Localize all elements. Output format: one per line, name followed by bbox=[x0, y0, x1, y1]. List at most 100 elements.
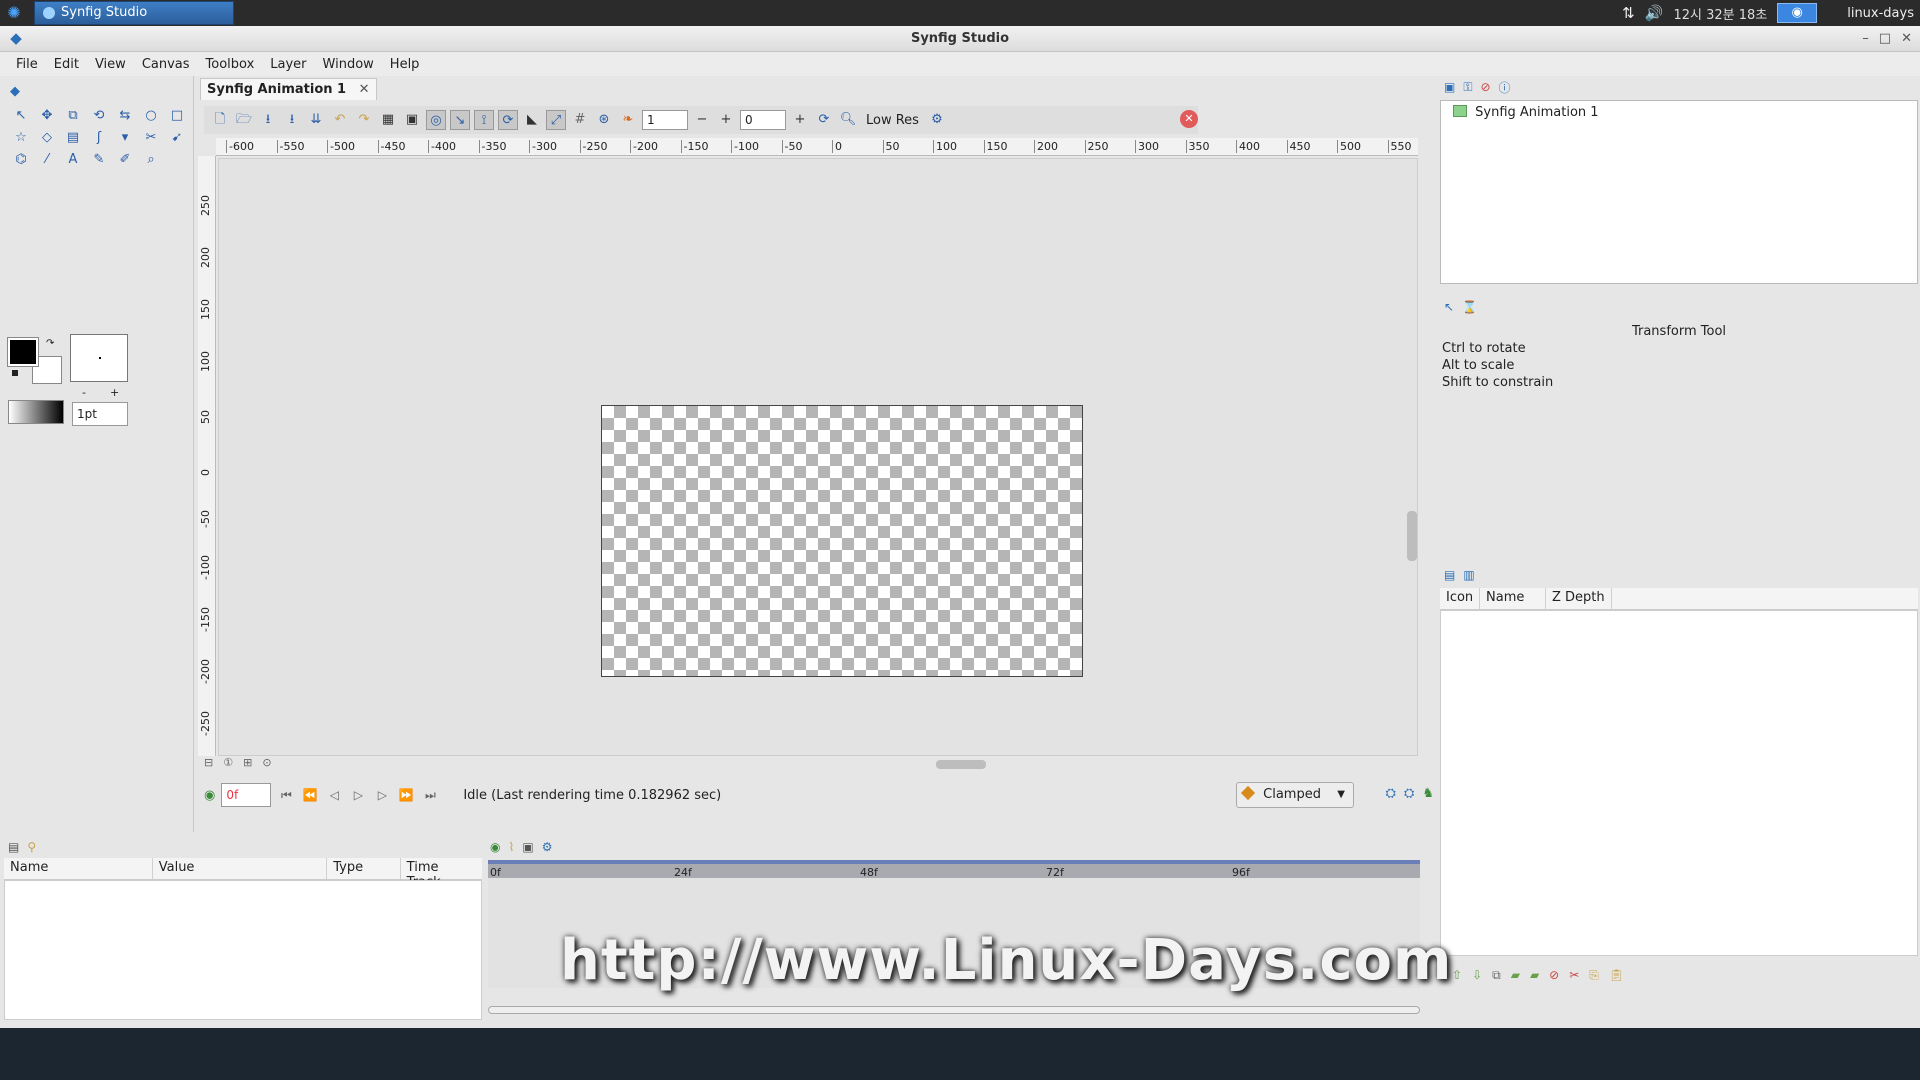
library-panel-tab-icon[interactable]: ⚲ bbox=[27, 840, 36, 854]
spline-tool-icon[interactable]: ʃ bbox=[88, 128, 110, 148]
vertical-scrollbar-thumb[interactable] bbox=[1407, 511, 1417, 561]
menu-toolbox[interactable]: Toolbox bbox=[198, 57, 263, 72]
increase-button[interactable]: + bbox=[716, 110, 736, 130]
navigator-tab-icon[interactable]: ⊘ bbox=[1480, 80, 1490, 94]
seek-end-icon[interactable]: ⏭ bbox=[421, 788, 439, 803]
transform-tool-icon[interactable]: ↖ bbox=[10, 106, 32, 126]
show-position-guides-icon[interactable]: ◎ bbox=[426, 110, 446, 130]
keyframes-tab-icon[interactable]: ⚿ bbox=[1463, 80, 1472, 95]
draw-tool-icon[interactable]: ➹ bbox=[166, 128, 188, 148]
redo-icon[interactable]: ↷ bbox=[354, 110, 374, 130]
zoom-out-icon[interactable]: ⊟ bbox=[204, 756, 213, 769]
layers-column-name[interactable]: Name bbox=[1480, 588, 1546, 609]
user-name[interactable]: linux-days bbox=[1841, 6, 1920, 21]
interpolation-select[interactable]: Clamped ▼ bbox=[1236, 782, 1354, 808]
keyframe-lock-past-icon[interactable]: ⛭ bbox=[1386, 786, 1396, 801]
zoom-fit-icon[interactable]: ⊞ bbox=[243, 756, 252, 769]
smooth-move-tool-icon[interactable]: ✥ bbox=[36, 106, 58, 126]
save-icon[interactable]: ⭳ bbox=[258, 110, 278, 130]
params-tab-icon[interactable]: ▤ bbox=[8, 840, 19, 854]
library-tab-icon[interactable]: ▥ bbox=[1463, 568, 1474, 582]
future-onion-spinner[interactable]: 0 bbox=[740, 110, 786, 130]
star-tool-icon[interactable]: ☆ bbox=[10, 128, 32, 148]
canvas-browser-tab-icon[interactable]: ▣ bbox=[1444, 80, 1455, 94]
layers-column-zdepth[interactable]: Z Depth bbox=[1546, 588, 1612, 609]
animation-mode-toggle-icon[interactable]: ♞ bbox=[1422, 786, 1434, 801]
delete-layer-icon[interactable]: ⊘ bbox=[1549, 968, 1559, 983]
onion-skin-icon[interactable]: ❧ bbox=[618, 110, 638, 130]
info-tab-icon[interactable]: ⓘ bbox=[1499, 79, 1511, 96]
params-column-value[interactable]: Value bbox=[153, 858, 328, 879]
timetrack-tab-icon[interactable]: ◉ bbox=[490, 840, 500, 854]
show-radius-ducks-icon[interactable]: ⟳ bbox=[498, 110, 518, 130]
network-icon[interactable]: ⇅ bbox=[1622, 4, 1635, 22]
encapsulate-layer-icon[interactable]: ▰ bbox=[1511, 968, 1520, 983]
zoom-100-icon[interactable]: ① bbox=[223, 756, 233, 769]
params-column-timetrack[interactable]: Time Track bbox=[401, 858, 482, 890]
menu-file[interactable]: File bbox=[8, 57, 46, 72]
fill-tool-icon[interactable]: ▾ bbox=[114, 128, 136, 148]
new-file-icon[interactable]: 🗋 bbox=[210, 110, 230, 130]
cutout-tool-icon[interactable]: ✂ bbox=[140, 128, 162, 148]
horizontal-scrollbar[interactable] bbox=[296, 760, 1416, 770]
tab-close-icon[interactable]: ✕ bbox=[359, 82, 370, 97]
play-icon[interactable]: ▷ bbox=[349, 788, 367, 802]
canvas-work-area[interactable] bbox=[218, 158, 1418, 756]
outline-color-swatch[interactable] bbox=[7, 337, 39, 367]
grid-icon[interactable]: # bbox=[570, 110, 590, 130]
seek-next-keyframe-icon[interactable]: ⏩ bbox=[397, 788, 415, 802]
params-list[interactable] bbox=[4, 880, 482, 1020]
decrease-width-button[interactable]: - bbox=[82, 386, 86, 399]
gradient-tool-icon[interactable]: ▤ bbox=[62, 128, 84, 148]
increase-future-button[interactable]: + bbox=[790, 110, 810, 130]
lower-layer-icon[interactable]: ⇩ bbox=[1472, 968, 1482, 983]
duplicate-layer-icon[interactable]: ⧉ bbox=[1492, 968, 1501, 983]
low-res-label[interactable]: Low Res bbox=[866, 113, 919, 128]
layers-tab-icon[interactable]: ▤ bbox=[1444, 568, 1455, 582]
brush-tool-icon[interactable]: ✐ bbox=[114, 150, 136, 170]
seek-begin-icon[interactable]: ⏮ bbox=[277, 788, 295, 803]
seek-prev-frame-icon[interactable]: ◁ bbox=[325, 788, 343, 802]
undo-icon[interactable]: ↶ bbox=[330, 110, 350, 130]
layers-column-icon[interactable]: Icon bbox=[1440, 588, 1480, 609]
increase-width-button[interactable]: + bbox=[110, 386, 119, 399]
zoom-in-icon[interactable]: ⊙ bbox=[262, 756, 271, 769]
swap-colors-icon[interactable]: ↷ bbox=[46, 338, 54, 349]
seek-next-frame-icon[interactable]: ▷ bbox=[373, 788, 391, 802]
reset-colors-icon[interactable] bbox=[12, 370, 18, 376]
maximize-button[interactable]: □ bbox=[1879, 26, 1891, 52]
volume-icon[interactable]: 🔊 bbox=[1645, 4, 1664, 22]
keyboard-indicator-icon[interactable]: ◉ bbox=[1777, 3, 1818, 23]
animation-mode-icon[interactable]: ◉ bbox=[204, 788, 215, 803]
params-column-name[interactable]: Name bbox=[4, 858, 153, 879]
history-tab-icon[interactable]: ⌛ bbox=[1462, 300, 1477, 314]
menu-window[interactable]: Window bbox=[315, 57, 382, 72]
canvas-document-area[interactable] bbox=[601, 405, 1083, 677]
taskbar-window-button[interactable]: Synfig Studio bbox=[34, 1, 234, 25]
snap-to-grid-icon[interactable]: ⊛ bbox=[594, 110, 614, 130]
meta-tab-icon[interactable]: ⚙ bbox=[542, 840, 553, 854]
refresh-icon[interactable]: ⟳ bbox=[814, 110, 834, 130]
keyframe-lock-future-icon[interactable]: ⛭ bbox=[1404, 786, 1414, 801]
seek-prev-keyframe-icon[interactable]: ⏪ bbox=[301, 788, 319, 802]
show-vertex-ducks-icon[interactable]: ↘ bbox=[450, 110, 470, 130]
cut-layer-icon[interactable]: ✂ bbox=[1569, 968, 1579, 983]
eyedropper-tool-icon[interactable]: ⁄ bbox=[36, 150, 58, 170]
menu-view[interactable]: View bbox=[87, 57, 134, 72]
menu-help[interactable]: Help bbox=[382, 57, 428, 72]
polygon-tool-icon[interactable]: ◇ bbox=[36, 128, 58, 148]
paste-layer-icon[interactable]: 📋︎ bbox=[1609, 968, 1624, 983]
horizontal-scrollbar-thumb[interactable] bbox=[936, 760, 986, 769]
close-button[interactable]: ✕ bbox=[1901, 26, 1912, 52]
brush-width-input[interactable]: 1pt bbox=[72, 402, 128, 426]
preview-icon[interactable]: ▣ bbox=[402, 110, 422, 130]
zoom-tool-icon[interactable]: ⌕ bbox=[140, 150, 162, 170]
rotate-tool-icon[interactable]: ⟲ bbox=[88, 106, 110, 126]
tool-options-tab-icon[interactable]: ↖ bbox=[1444, 300, 1454, 314]
document-tab[interactable]: Synfig Animation 1 ✕ bbox=[200, 78, 377, 100]
low-res-icon[interactable]: 🔍︎ bbox=[838, 110, 858, 130]
default-gradient-swatch[interactable] bbox=[8, 400, 64, 424]
scale-tool-icon[interactable]: ⧉ bbox=[62, 106, 84, 126]
window-titlebar[interactable]: ◆ Synfig Studio – □ ✕ bbox=[0, 26, 1920, 52]
width-tool-icon[interactable]: ⌬ bbox=[10, 150, 32, 170]
